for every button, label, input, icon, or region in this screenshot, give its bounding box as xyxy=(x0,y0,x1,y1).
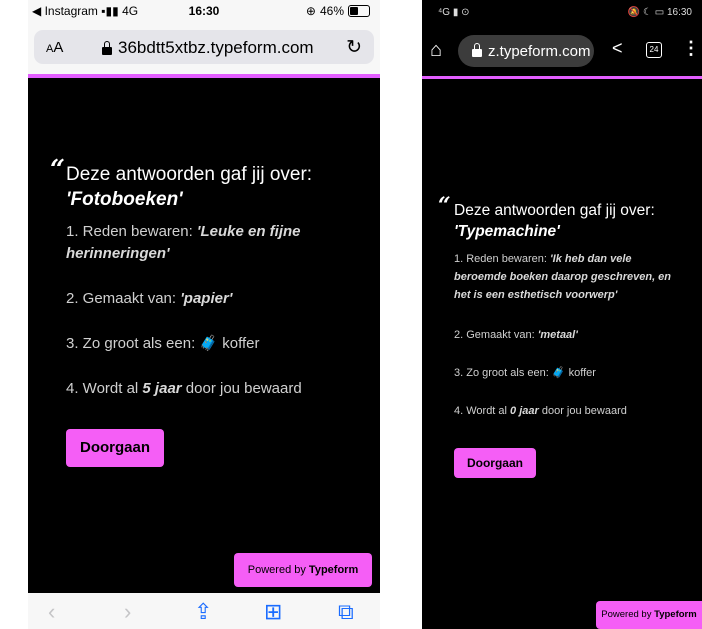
status-right: 🔕 ☾ ▭ 16:30 xyxy=(627,7,692,18)
answer-label: 3. Zo groot als een: xyxy=(454,367,552,379)
ios-browser-toolbar: ‹ › ⇪ ⊞ ⧉ xyxy=(28,593,380,629)
heading-item: 'Typemachine' xyxy=(454,223,560,240)
address-bar[interactable]: z.typeform.com xyxy=(458,35,594,67)
answer-label-suffix: door jou bewaard xyxy=(181,380,302,397)
progress-accent-bar xyxy=(28,74,380,78)
answer-label: 4. Wordt al xyxy=(66,380,143,397)
tabs-icon[interactable]: ⧉ xyxy=(338,599,354,625)
url-text: z.typeform.com xyxy=(488,43,591,60)
answer-material: 2. Gemaakt van: 'metaal' xyxy=(454,326,684,344)
answer-value: 'papier' xyxy=(180,290,233,307)
android-status-bar: ⁴G ▮ ⊙ 🔕 ☾ ▭ 16:30 xyxy=(422,0,702,26)
ios-browser-bar: AA 36bdtt5xtbz.typeform.com ↻ xyxy=(28,22,380,74)
heading-text: Deze antwoorden gaf jij over: xyxy=(454,202,655,219)
lock-icon xyxy=(102,40,112,55)
answer-size: 3. Zo groot als een: 🧳 koffer xyxy=(454,364,684,382)
answer-years: 4. Wordt al 0 jaar door jou bewaard xyxy=(454,402,684,420)
typeform-brand: Typeform xyxy=(654,609,697,620)
reload-icon[interactable]: ↻ xyxy=(346,36,362,59)
android-browser-bar: ⌂ z.typeform.com < 24 ⋮ xyxy=(422,26,702,76)
answer-label: 2. Gemaakt van: xyxy=(66,290,181,307)
progress-accent-bar xyxy=(422,76,702,79)
more-menu-icon[interactable]: ⋮ xyxy=(682,38,700,59)
answer-reason: 1. Reden bewaren: 'Leuke en fijne herinn… xyxy=(66,221,326,265)
answer-label: 2. Gemaakt van: xyxy=(454,329,538,341)
answer-value: 'metaal' xyxy=(537,329,578,341)
powered-by-text: Powered by xyxy=(601,609,655,620)
answer-reason: 1. Reden bewaren: 'Ik heb dan vele beroe… xyxy=(454,250,684,304)
answer-label: 1. Reden bewaren: xyxy=(66,223,197,240)
ios-status-bar: ◀ Instagram ▪▮▮ 4G 16:30 ⊕ 46% xyxy=(28,0,380,22)
summary-heading: Deze antwoorden gaf jij over: 'Fotoboeke… xyxy=(66,162,312,212)
address-bar[interactable]: AA 36bdtt5xtbz.typeform.com ↻ xyxy=(34,30,374,64)
heading-item: 'Fotoboeken' xyxy=(66,189,183,210)
back-icon[interactable]: ‹ xyxy=(48,599,55,625)
url-text: 36bdtt5xtbz.typeform.com xyxy=(118,38,314,57)
home-icon[interactable]: ⌂ xyxy=(430,39,442,62)
bookmarks-icon[interactable]: ⊞ xyxy=(264,599,282,625)
answer-value: 5 jaar xyxy=(142,380,182,397)
typeform-brand: Typeform xyxy=(308,564,359,576)
share-icon[interactable]: ⇪ xyxy=(194,599,212,625)
powered-by-text: Powered by xyxy=(247,564,309,576)
forward-icon[interactable]: › xyxy=(124,599,131,625)
alarm-icon: ⊕ xyxy=(305,4,316,18)
battery-icon xyxy=(348,5,370,17)
answer-value: 0 jaar xyxy=(510,405,539,417)
status-left: ⁴G ▮ ⊙ xyxy=(438,7,470,18)
battery-percent: 46% xyxy=(319,4,344,18)
answer-label: 3. Zo groot als een: xyxy=(66,335,200,352)
answer-material: 2. Gemaakt van: 'papier' xyxy=(66,288,326,310)
powered-by-badge[interactable]: Powered by Typeform xyxy=(596,601,702,629)
url-field[interactable]: 36bdtt5xtbz.typeform.com xyxy=(102,38,314,58)
answer-label: 1. Reden bewaren: xyxy=(454,253,551,265)
answer-years: 4. Wordt al 5 jaar door jou bewaard xyxy=(66,378,326,400)
answer-value: koffer xyxy=(218,335,260,352)
continue-button[interactable]: Doorgaan xyxy=(66,429,164,467)
share-icon[interactable]: < xyxy=(612,38,623,59)
powered-by-badge[interactable]: Powered by Typeform xyxy=(234,553,372,587)
text-size-button[interactable]: AA xyxy=(46,39,63,56)
heading-text: Deze antwoorden gaf jij over: xyxy=(66,164,313,185)
quote-icon: “ xyxy=(50,155,65,185)
tab-switcher-icon[interactable]: 24 xyxy=(646,42,662,58)
suitcase-icon: 🧳 xyxy=(551,367,566,379)
answer-label: 4. Wordt al xyxy=(454,405,511,417)
continue-button[interactable]: Doorgaan xyxy=(454,448,536,478)
lock-icon xyxy=(472,43,482,57)
suitcase-icon: 🧳 xyxy=(199,335,219,352)
status-right: ⊕ 46% xyxy=(306,4,370,18)
answer-size: 3. Zo groot als een: 🧳 koffer xyxy=(66,333,326,355)
quote-icon: “ xyxy=(438,193,451,219)
answer-value: koffer xyxy=(565,367,596,379)
ios-screenshot: ◀ Instagram ▪▮▮ 4G 16:30 ⊕ 46% AA 36bdtt… xyxy=(28,0,380,629)
summary-heading: Deze antwoorden gaf jij over: 'Typemachi… xyxy=(454,200,655,242)
answer-label-suffix: door jou bewaard xyxy=(538,405,627,417)
android-screenshot: ⁴G ▮ ⊙ 🔕 ☾ ▭ 16:30 ⌂ z.typeform.com < 24… xyxy=(422,0,702,629)
